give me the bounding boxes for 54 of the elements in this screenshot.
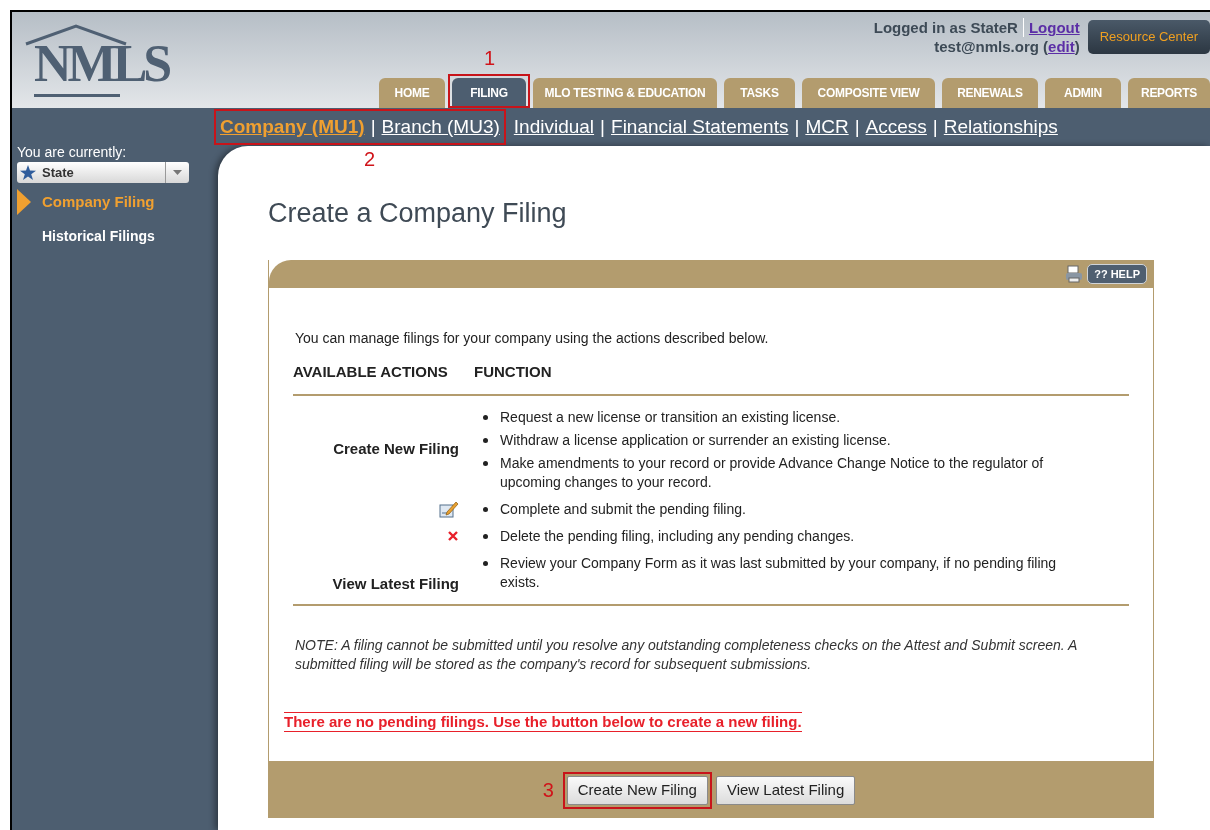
separator: | — [369, 114, 377, 139]
no-pending-message: There are no pending filings. Use the button below to create a new filing. — [284, 711, 802, 732]
star-icon — [20, 165, 36, 180]
separator: | — [853, 114, 861, 139]
separator: | — [599, 114, 607, 139]
logged-in-text: Logged in as StateR — [873, 18, 1024, 37]
edit-icon[interactable] — [439, 500, 459, 518]
function-text: Complete and submit the pending filing. — [500, 499, 746, 519]
page-title: Create a Company Filing — [268, 197, 568, 230]
subnav-link[interactable]: Individual — [513, 112, 595, 142]
bullet-icon — [482, 437, 488, 443]
email-text: test@nmls.org ( — [934, 37, 1049, 56]
action-label: View Latest Filing — [332, 574, 459, 594]
logout-link[interactable]: Logout — [1023, 18, 1080, 37]
subnav-link[interactable]: Access — [865, 112, 927, 142]
function-text: Delete the pending filing, including any pending changes. — [500, 526, 855, 546]
logo-text: NMLS — [34, 34, 169, 94]
context-label: You are currently: — [17, 144, 128, 160]
function-text: Review your Company Form as it was last submitted by your company, if no pending filing exists. — [500, 553, 1058, 592]
sidebar-link[interactable]: Historical Filings — [42, 225, 155, 247]
action-button[interactable]: Create New Filing — [566, 776, 708, 805]
note-text: NOTE: A filing cannot be submitted until you resolve any outstanding completeness checks on the Attest and Submit screen. A submitted filing will be stored as the company's record for subsequent submissions. — [295, 635, 1078, 674]
callout-number: 2 — [364, 149, 376, 169]
column-header: FUNCTION — [474, 362, 552, 382]
callout-number: 1 — [484, 48, 496, 68]
nav-tab[interactable]: FILING — [452, 78, 526, 108]
printer-icon[interactable] — [1065, 265, 1084, 283]
function-text: Withdraw a license application or surrender an existing license. — [500, 430, 891, 450]
subnav-link[interactable]: Branch (MU3) — [381, 112, 500, 142]
edit-link[interactable]: edit — [1048, 37, 1075, 56]
delete-icon[interactable] — [447, 530, 459, 542]
help-button[interactable]: ?? HELP — [1087, 263, 1147, 285]
roof-icon — [24, 24, 128, 46]
action-button[interactable]: View Latest Filing — [715, 776, 856, 805]
column-header: AVAILABLE ACTIONS — [293, 362, 449, 382]
parenthesis-text: ) — [1074, 37, 1080, 56]
separator: | — [931, 114, 939, 139]
context-select[interactable]: State — [17, 162, 189, 183]
bullet-icon — [482, 414, 488, 420]
bullet-icon — [482, 533, 488, 539]
subnav-link[interactable]: Relationships — [943, 112, 1058, 142]
caret-icon — [173, 170, 182, 175]
action-label: Create New Filing — [333, 439, 459, 460]
separator: | — [793, 114, 801, 139]
callout-number: 3 — [542, 780, 554, 801]
function-text: Request a new license or transition an existing license. — [500, 407, 841, 427]
function-text: Make amendments to your record or provide Advance Change Notice to the regulator of upcoming changes to your record. — [500, 453, 1045, 492]
intro-text: You can manage filings for your company using the actions described below. — [295, 329, 770, 348]
subnav-link[interactable]: Financial Statements — [611, 112, 789, 142]
subnav-link[interactable]: MCR — [805, 112, 849, 142]
resource-center-button[interactable]: Resource Center — [1087, 20, 1210, 54]
bullet-icon — [482, 560, 488, 566]
bullet-icon — [482, 460, 488, 466]
bullet-icon — [482, 506, 488, 512]
